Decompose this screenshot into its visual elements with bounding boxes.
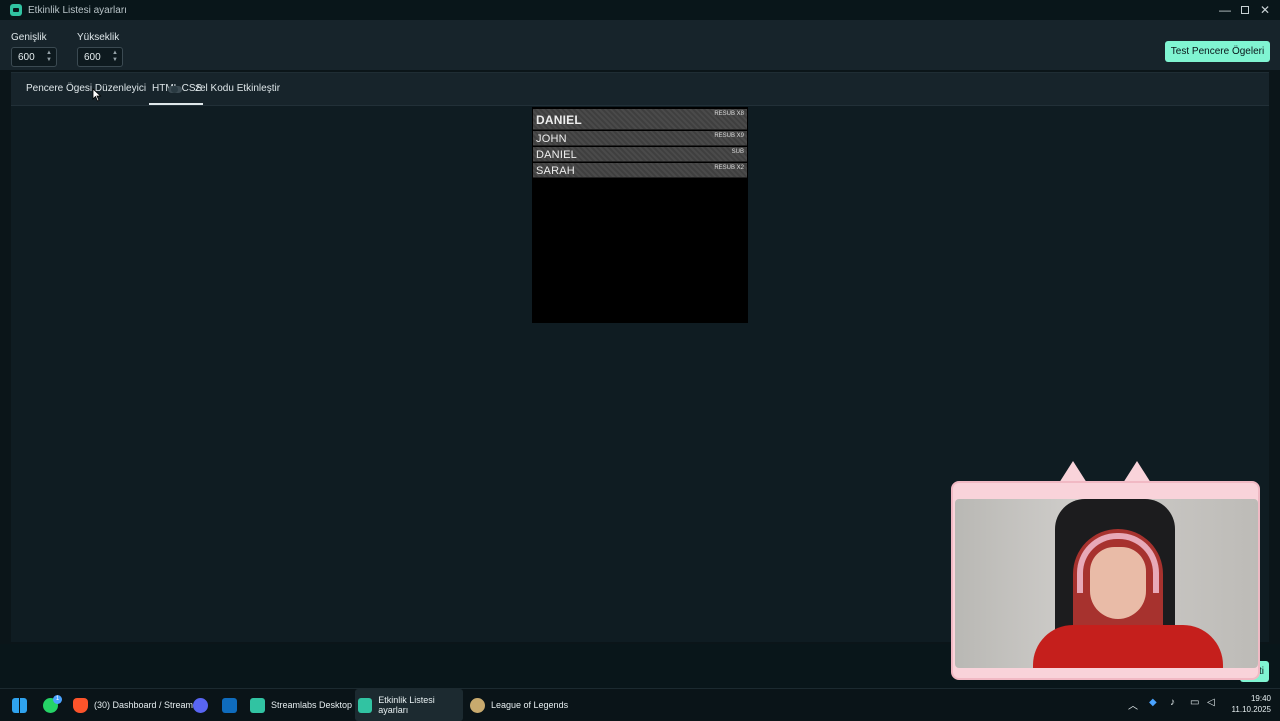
chevron-up-icon[interactable]: ︿ [1128, 697, 1138, 712]
minimize-button[interactable]: — [1215, 0, 1235, 20]
discord-icon [193, 697, 208, 713]
taskbar-event-list-settings[interactable]: Etkinlik Listesi ayarları [355, 689, 463, 721]
height-label: Yükseklik [77, 32, 120, 43]
custom-code-toggle[interactable] [168, 86, 182, 93]
event-type: RESUB X9 [714, 133, 744, 139]
width-group: Genişlik 600 ▲ ▼ [11, 32, 57, 67]
event-name: JOHN [536, 133, 567, 145]
taskbar-label: League of Legends [491, 700, 569, 710]
event-row: SARAH RESUB X2 [533, 163, 747, 178]
event-name: DANIEL [536, 149, 577, 161]
settings-header: Genişlik 600 ▲ ▼ Yükseklik 600 ▲ ▼ Test Pe… [0, 20, 1280, 70]
network-icon[interactable]: ◆ [1149, 697, 1157, 708]
maximize-button[interactable] [1235, 0, 1255, 20]
taskbar-whatsapp[interactable]: 1 [43, 689, 64, 721]
taskbar-league[interactable]: League of Legends [470, 689, 568, 721]
stepper-arrows-icon[interactable]: ▲ ▼ [46, 50, 52, 64]
streamlabs-app-icon [10, 4, 22, 16]
taskbar-label: (30) Dashboard / Stream [94, 700, 194, 710]
tab-bar: Pencere Ögesi Düzenleyici HTML CSS zel K… [11, 73, 1269, 106]
taskbar-label: Etkinlik Listesi ayarları [378, 695, 435, 715]
height-stepper[interactable]: 600 ▲ ▼ [77, 47, 123, 67]
mouse-cursor-icon [92, 88, 102, 102]
width-value: 600 [18, 51, 35, 63]
width-stepper[interactable]: 600 ▲ ▼ [11, 47, 57, 67]
windows-icon [12, 697, 27, 713]
taskbar-label: Streamlabs Desktop [271, 700, 353, 710]
taskbar-discord[interactable] [193, 689, 214, 721]
height-value: 600 [84, 51, 101, 63]
streamer-sweater [1033, 625, 1223, 668]
clock-date: 11.10.2025 [1231, 705, 1271, 714]
volume-icon[interactable]: ◁ [1207, 697, 1215, 708]
tab-widget-editor[interactable]: Pencere Ögesi Düzenleyici [26, 83, 146, 94]
event-list-preview: DANIEL RESUB X8 JOHN RESUB X9 DANIEL SUB… [532, 107, 748, 323]
event-row: JOHN RESUB X9 [533, 131, 747, 146]
taskbar-outlook[interactable] [222, 689, 243, 721]
system-clock[interactable]: 19:40 11.10.2025 [1225, 693, 1271, 715]
brave-icon [73, 697, 88, 713]
taskbar-brave[interactable]: (30) Dashboard / Stream [73, 689, 193, 721]
width-label: Genişlik [11, 32, 47, 43]
taskbar: 1 (30) Dashboard / Stream Streamlabs Des… [0, 688, 1280, 721]
start-button[interactable] [12, 689, 33, 721]
event-name: SARAH [536, 165, 575, 177]
event-name: DANIEL [536, 113, 582, 127]
test-widgets-button[interactable]: Test Pencere Ögeleri [1165, 41, 1270, 62]
height-group: Yükseklik 600 ▲ ▼ [77, 32, 123, 67]
event-row: DANIEL RESUB X8 [533, 109, 747, 130]
notification-badge: 1 [53, 695, 62, 704]
maximize-icon [1241, 6, 1249, 14]
league-icon [470, 697, 485, 713]
event-row: DANIEL SUB [533, 147, 747, 162]
cat-ear-decoration [1123, 461, 1151, 483]
event-type: RESUB X8 [714, 111, 744, 117]
taskbar-streamlabs[interactable]: Streamlabs Desktop [250, 689, 352, 721]
close-button[interactable]: ✕ [1255, 0, 1275, 20]
event-type: RESUB X2 [714, 165, 744, 171]
outlook-icon [222, 697, 237, 713]
webcam-video [955, 499, 1258, 668]
custom-code-label: zel Kodu Etkinleştir [195, 83, 281, 94]
stepper-arrows-icon[interactable]: ▲ ▼ [112, 50, 118, 64]
active-tab-indicator [149, 103, 203, 105]
streamlabs-icon [358, 697, 373, 713]
event-type: SUB [731, 149, 744, 155]
clock-time: 19:40 [1250, 694, 1271, 703]
title-bar: Etkinlik Listesi ayarları — ✕ [0, 0, 1280, 20]
streamlabs-icon [250, 697, 265, 713]
cat-ear-decoration [1059, 461, 1087, 483]
display-icon[interactable]: ▭ [1190, 697, 1199, 708]
microphone-icon[interactable]: ♪ [1170, 697, 1175, 708]
window-title: Etkinlik Listesi ayarları [28, 4, 127, 16]
